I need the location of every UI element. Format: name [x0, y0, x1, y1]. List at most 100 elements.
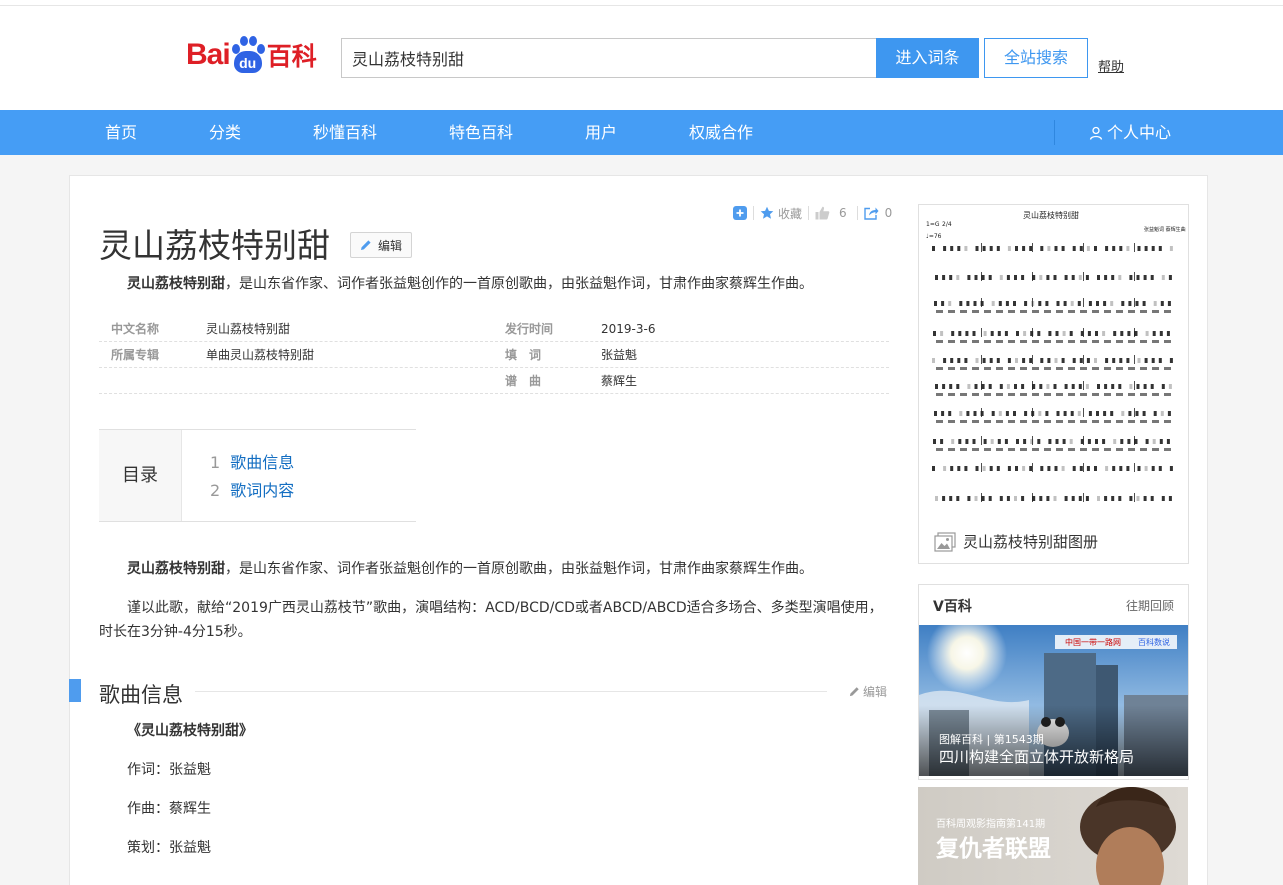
score-lyric-mark: [972, 420, 979, 423]
toc-item-label: 歌曲信息: [230, 453, 295, 472]
score-note: [1038, 301, 1042, 306]
score-lyric-mark: [1044, 367, 1051, 370]
score-note: [1159, 439, 1163, 444]
song-title-line: 《灵山荔枝特别甜》: [127, 723, 253, 739]
search-input[interactable]: [341, 38, 877, 78]
score-lyric-mark: [1068, 448, 1075, 451]
score-lyric-mark: [984, 340, 991, 343]
score-note: [1047, 246, 1051, 251]
score-barline: [981, 493, 982, 502]
score-lyric-mark: [1032, 393, 1039, 396]
score-lyric-mark: [1020, 393, 1027, 396]
help-link[interactable]: 帮助: [1098, 56, 1124, 75]
add-icon[interactable]: [733, 206, 747, 220]
section-edit-button[interactable]: 编辑: [849, 683, 887, 700]
info-value[interactable]: 张益魁: [601, 342, 637, 368]
info-key: 所属专辑: [111, 348, 160, 362]
music-score-image[interactable]: 灵山荔枝特别甜 1=G 2/4 ♩=76 张益魁词 蔡辉生曲: [920, 206, 1186, 526]
score-note: [1143, 275, 1147, 280]
nav-item-category[interactable]: 分类: [209, 110, 241, 155]
score-note: [981, 496, 985, 501]
score-barline: [1083, 298, 1084, 307]
score-lyric-mark: [1164, 340, 1171, 343]
nav-item-featured[interactable]: 特色百科: [449, 110, 513, 155]
nav-item-users[interactable]: 用户: [585, 110, 617, 155]
score-note: [1119, 466, 1123, 471]
score-lyric-mark: [1116, 420, 1123, 423]
score-barline: [1032, 298, 1033, 307]
nav-item-miaodong[interactable]: 秒懂百科: [313, 110, 377, 155]
score-note: [1095, 439, 1098, 444]
score-note: [1079, 358, 1083, 363]
score-note: [1007, 246, 1011, 251]
score-note: [974, 384, 978, 389]
score-lyric-mark: [1056, 420, 1063, 423]
score-barline: [981, 272, 982, 281]
score-note: [1046, 275, 1050, 280]
score-note: [1169, 466, 1173, 471]
score-lyric-mark: [984, 420, 991, 423]
score-note: [1112, 358, 1116, 363]
toc-item[interactable]: 2 歌词内容: [210, 477, 294, 501]
user-center-label: 个人中心: [1107, 123, 1172, 142]
score-note: [1127, 439, 1131, 444]
score-lyric-mark: [1152, 367, 1159, 370]
score-note: [999, 384, 1003, 389]
score-note: [1078, 275, 1082, 280]
score-note: [1062, 439, 1066, 444]
score-barline: [1134, 436, 1135, 445]
thumbs-up-icon[interactable]: [815, 206, 830, 220]
score-note: [1143, 384, 1147, 389]
score-note: [1110, 411, 1114, 416]
info-value: 蔡辉生: [601, 374, 638, 388]
score-lyric-mark: [972, 310, 979, 313]
v-baike-archive-link[interactable]: 往期回顾: [1126, 597, 1174, 614]
score-barline: [1134, 493, 1135, 502]
nav-item-authority[interactable]: 权威合作: [689, 110, 753, 155]
score-note: [964, 466, 968, 471]
enter-entry-button[interactable]: 进入词条: [876, 38, 979, 78]
star-icon[interactable]: [760, 206, 774, 220]
score-lyric-mark: [1128, 448, 1135, 451]
info-row: 谱 曲 蔡辉生: [99, 368, 889, 394]
album-caption-label: 灵山荔枝特别甜图册: [963, 533, 1099, 551]
score-note: [1064, 275, 1068, 280]
score-note: [1085, 496, 1089, 501]
baidu-baike-logo[interactable]: Bai du 百科: [186, 30, 317, 80]
paragraph-text: ，是山东省作家、词作者张益魁创作的一首原创歌曲，由张益魁作词，甘肃作曲家蔡辉生作…: [225, 561, 813, 577]
score-lyric-mark: [1056, 367, 1063, 370]
site-search-button[interactable]: 全站搜索: [984, 38, 1088, 78]
edit-entry-button[interactable]: 编辑: [350, 232, 412, 258]
lemma-summary: 灵山荔枝特别甜，是山东省作家、词作者张益魁创作的一首原创歌曲，由张益魁作词，甘肃…: [99, 272, 889, 296]
info-key: 填 词: [505, 348, 542, 362]
score-lyric-mark: [1128, 310, 1135, 313]
v-baike-issue-tag: 图解百科 | 第1543期: [939, 732, 1044, 746]
score-note: [1112, 466, 1116, 471]
album-caption[interactable]: 灵山荔枝特别甜图册: [934, 531, 1098, 552]
score-lyric-mark: [1104, 420, 1111, 423]
score-note: [1061, 358, 1065, 363]
share-icon[interactable]: [863, 206, 879, 220]
score-note: [935, 275, 938, 280]
score-note: [1085, 384, 1089, 389]
score-lyric-mark: [1008, 420, 1015, 423]
score-note: [1029, 358, 1033, 363]
v-baike-feature-image[interactable]: 中国一带一路网 百科数说 图解百科 | 第1543期 四川构建全面立体开放新格局: [919, 625, 1188, 776]
score-lyric-mark: [1104, 340, 1111, 343]
score-lyric-mark: [1164, 310, 1171, 313]
toc-item[interactable]: 1 歌曲信息: [210, 449, 294, 473]
nav-item-home[interactable]: 首页: [105, 110, 137, 155]
movie-guide-image[interactable]: 百科周观影指南第141期 复仇者联盟: [918, 787, 1188, 885]
score-lyric-mark: [1092, 310, 1099, 313]
score-note: [1118, 496, 1122, 501]
score-note: [1158, 466, 1162, 471]
user-center-link[interactable]: 个人中心: [1089, 110, 1171, 155]
score-note: [933, 439, 936, 444]
score-barline: [1032, 381, 1033, 390]
score-note: [1161, 275, 1165, 280]
score-note: [1128, 301, 1132, 306]
score-barline: [1032, 408, 1033, 417]
collect-label[interactable]: 收藏: [778, 205, 802, 222]
score-lyric-mark: [1068, 310, 1075, 313]
score-note: [1021, 275, 1025, 280]
